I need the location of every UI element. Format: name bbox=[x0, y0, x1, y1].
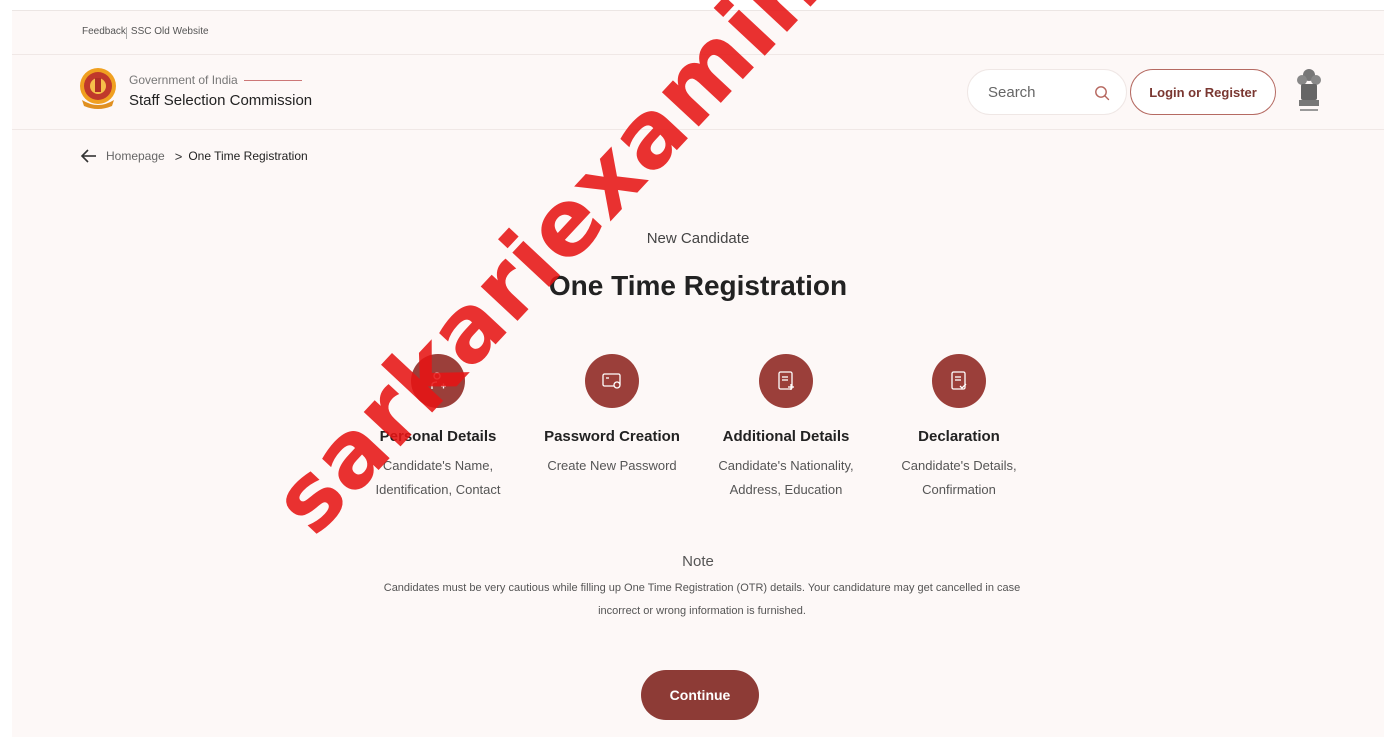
search-icon[interactable] bbox=[1094, 85, 1110, 101]
step-desc-line: Address, Education bbox=[729, 482, 843, 497]
step-circle bbox=[585, 354, 639, 408]
login-register-button[interactable]: Login or Register bbox=[1130, 69, 1276, 115]
step-desc-line: Identification, Contact bbox=[375, 482, 501, 497]
breadcrumb-homepage[interactable]: Homepage bbox=[106, 149, 165, 163]
step-circle bbox=[411, 354, 465, 408]
step-title: Declaration bbox=[918, 428, 1000, 445]
step-circle bbox=[759, 354, 813, 408]
feedback-link[interactable]: Feedback bbox=[82, 26, 126, 39]
page-subtitle: New Candidate bbox=[646, 230, 750, 247]
back-arrow-icon[interactable] bbox=[80, 148, 98, 164]
ssc-old-website-link[interactable]: SSC Old Website bbox=[131, 26, 209, 39]
utility-links: Feedback SSC Old Website bbox=[82, 26, 209, 39]
org-name[interactable]: Staff Selection Commission bbox=[129, 92, 312, 109]
national-emblem-icon bbox=[1297, 69, 1321, 111]
step-personal-details: Personal Details Candidate's Name, Ident… bbox=[353, 354, 523, 502]
step-additional-details: Additional Details Candidate's Nationali… bbox=[701, 354, 871, 502]
step-desc-line: Candidate's Name, bbox=[382, 458, 494, 473]
note-text: Candidates must be very cautious while f… bbox=[383, 582, 1021, 617]
page: Feedback SSC Old Website Government of I… bbox=[12, 0, 1395, 737]
step-description: Candidate's Details, Confirmation bbox=[874, 454, 1044, 502]
step-desc-line: Create New Password bbox=[547, 458, 677, 473]
step-password-creation: Password Creation Create New Password bbox=[527, 354, 697, 478]
document-add-icon bbox=[778, 371, 794, 390]
step-desc-line: Confirmation bbox=[922, 482, 996, 497]
step-description: Create New Password bbox=[527, 454, 697, 478]
registration-steps: Personal Details Candidate's Name, Ident… bbox=[12, 354, 1384, 524]
password-icon bbox=[602, 373, 621, 389]
step-title: Personal Details bbox=[379, 428, 497, 445]
step-desc-line: Candidate's Details, bbox=[901, 458, 1017, 473]
utility-divider bbox=[125, 27, 127, 39]
gov-line-dash bbox=[243, 79, 302, 81]
gov-line-text: Government of India bbox=[129, 73, 238, 87]
step-declaration: Declaration Candidate's Details, Confirm… bbox=[874, 354, 1044, 502]
step-desc-line: Candidate's Nationality, bbox=[718, 458, 854, 473]
ssc-logo-icon[interactable] bbox=[78, 66, 118, 110]
site-header: Government of India Staff Selection Comm… bbox=[12, 56, 1384, 130]
step-title: Password Creation bbox=[544, 428, 680, 445]
document-check-icon bbox=[951, 371, 967, 390]
search-input[interactable] bbox=[988, 83, 1088, 101]
continue-button[interactable]: Continue bbox=[641, 670, 759, 720]
user-add-icon bbox=[431, 372, 446, 389]
gov-of-india-label: Government of India bbox=[129, 73, 302, 87]
step-title: Additional Details bbox=[722, 428, 850, 445]
breadcrumb: Homepage > One Time Registration bbox=[80, 148, 308, 164]
search-box[interactable] bbox=[967, 69, 1127, 115]
breadcrumb-current: One Time Registration bbox=[188, 149, 308, 163]
step-description: Candidate's Nationality, Address, Educat… bbox=[701, 454, 871, 502]
breadcrumb-separator: > bbox=[174, 148, 183, 164]
step-description: Candidate's Name, Identification, Contac… bbox=[353, 454, 523, 502]
step-circle bbox=[932, 354, 986, 408]
page-title: One Time Registration bbox=[548, 270, 848, 301]
note-title: Note bbox=[682, 553, 714, 570]
utility-bar: Feedback SSC Old Website bbox=[12, 11, 1384, 55]
